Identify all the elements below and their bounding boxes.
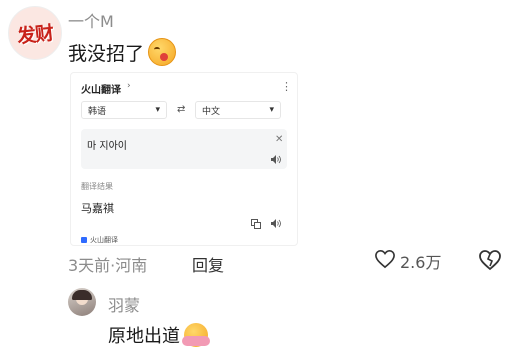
close-icon: ✕ [275, 134, 284, 145]
result-text: 马嘉祺 [81, 202, 114, 215]
more-icon: ⋮ [281, 80, 292, 93]
speaker-icon [271, 219, 281, 231]
copy-icon [251, 219, 261, 232]
dislike-button[interactable] [478, 249, 502, 275]
comment-text: 原地出道 [108, 322, 210, 348]
time-location: 3天前·河南 [68, 256, 148, 275]
smiling-face-with-tongue-icon [148, 38, 177, 66]
avatar[interactable]: 发财 [8, 6, 62, 60]
reply-button[interactable]: 回复 [192, 252, 224, 276]
hugging-face-icon [182, 323, 210, 347]
speaker-icon [271, 155, 281, 167]
username[interactable]: 一个M [68, 8, 114, 32]
chevron-right-icon: › [127, 81, 131, 91]
source-language-label: 韩语 [88, 106, 107, 117]
avatar[interactable] [68, 288, 96, 316]
input-text: 마 지아이 [87, 141, 127, 152]
app-title: 火山翻译 [81, 85, 121, 96]
result-label: 翻译结果 [81, 182, 113, 191]
avatar-text: 发财 [16, 21, 55, 48]
dropdown-icon: ▾ [155, 105, 160, 115]
target-language-label: 中文 [202, 106, 221, 117]
comment-body: 原地出道 [108, 326, 180, 347]
translation-screenshot[interactable]: 火山翻译 › ⋮ 韩语 ▾ ⇄ 中文 ▾ 마 지아이 ✕ 翻译结果 马嘉祺 火山… [70, 72, 298, 246]
brand-footer: 火山翻译 [81, 235, 118, 245]
input-box: 마 지아이 ✕ [81, 129, 287, 169]
brand-logo-icon [81, 237, 87, 243]
swap-icon: ⇄ [177, 104, 186, 115]
dropdown-icon: ▾ [269, 105, 274, 115]
source-language-select: 韩语 ▾ [81, 101, 167, 119]
broken-heart-icon [478, 250, 502, 275]
like-button[interactable]: 2.6万 [374, 249, 441, 273]
username[interactable]: 羽蒙 [108, 292, 140, 316]
comment-body: 我没招了 [68, 42, 145, 65]
heart-icon [374, 249, 396, 273]
comment-text: 我没招了 [68, 38, 177, 66]
like-count: 2.6万 [400, 253, 442, 272]
target-language-select: 中文 ▾ [195, 101, 281, 119]
brand-label: 火山翻译 [90, 236, 118, 244]
